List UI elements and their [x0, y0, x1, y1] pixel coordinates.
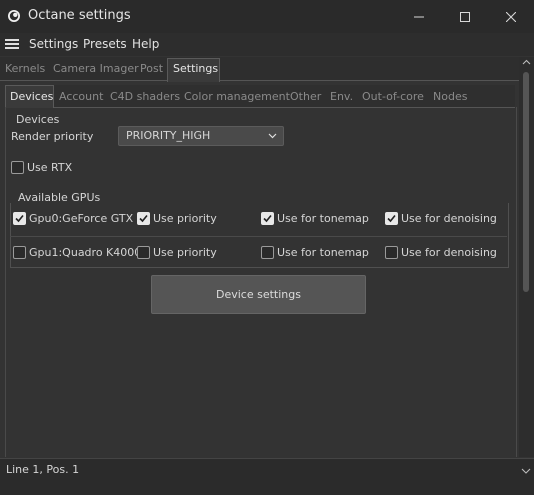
minimize-button[interactable]: [396, 0, 442, 33]
menu-presets[interactable]: Presets: [83, 37, 127, 51]
render-priority-select[interactable]: PRIORITY_HIGH: [118, 126, 284, 146]
hamburger-menu-icon[interactable]: [5, 38, 19, 50]
tab-kernels[interactable]: Kernels: [5, 62, 45, 75]
gpu1-tonemap-label: Use for tonemap: [277, 246, 369, 259]
gpu1-name: Gpu1:Quadro K4000: [29, 246, 142, 259]
gpu0-enable-checkbox[interactable]: [13, 212, 26, 225]
gpu1-tonemap-checkbox[interactable]: [261, 246, 274, 259]
use-rtx-checkbox[interactable]: [11, 161, 24, 174]
menu-help[interactable]: Help: [132, 37, 159, 51]
maximize-button[interactable]: [442, 0, 488, 33]
checkmark-icon: [15, 214, 24, 223]
gpu0-tonemap-label: Use for tonemap: [277, 212, 369, 225]
checkmark-icon: [263, 214, 272, 223]
scrollbar-thumb[interactable]: [523, 72, 529, 292]
gpu0-denoising-checkbox[interactable]: [385, 212, 398, 225]
gpu1-denoising-checkbox[interactable]: [385, 246, 398, 259]
menu-bar: [0, 33, 534, 56]
maximize-icon: [460, 11, 470, 22]
subtab-account[interactable]: Account: [59, 90, 103, 103]
status-bar: [0, 458, 534, 495]
render-priority-label: Render priority: [11, 130, 94, 143]
tab-settings[interactable]: Settings: [173, 62, 218, 75]
subtab-devices[interactable]: Devices: [10, 90, 53, 103]
gpu0-denoising-label: Use for denoising: [401, 212, 497, 225]
menu-settings[interactable]: Settings: [29, 37, 78, 51]
checkmark-icon: [387, 214, 396, 223]
gpu0-name: Gpu0:GeForce GTX 107: [29, 212, 136, 225]
gpu1-use-priority-checkbox[interactable]: [137, 246, 150, 259]
tab-camera-imager[interactable]: Camera Imager: [53, 62, 139, 75]
use-rtx-label: Use RTX: [27, 161, 73, 174]
scroll-up-icon[interactable]: [522, 58, 531, 67]
devices-section-label: Devices: [16, 113, 60, 126]
render-priority-value: PRIORITY_HIGH: [126, 129, 211, 142]
chevron-down-icon: [268, 133, 277, 139]
device-settings-button[interactable]: Device settings: [151, 275, 366, 314]
chevron-down-icon[interactable]: [521, 466, 531, 476]
window-title: Octane settings: [28, 8, 131, 23]
gpu0-use-priority-label: Use priority: [153, 212, 217, 225]
status-line-position: Line 1, Pos. 1: [6, 463, 80, 476]
gpu1-enable-checkbox[interactable]: [13, 246, 26, 259]
subtab-other[interactable]: Other: [290, 90, 321, 103]
subtab-c4d-shaders[interactable]: C4D shaders: [110, 90, 180, 103]
close-icon: [506, 11, 516, 22]
gpu-row-divider: [10, 236, 507, 237]
close-button[interactable]: [488, 0, 534, 33]
cinema4d-app-icon: [8, 10, 20, 22]
gpu0-tonemap-checkbox[interactable]: [261, 212, 274, 225]
subtab-color-management[interactable]: Color management: [184, 90, 290, 103]
subtab-out-of-core[interactable]: Out-of-core: [362, 90, 424, 103]
gpu1-denoising-label: Use for denoising: [401, 246, 497, 259]
gpu1-use-priority-label: Use priority: [153, 246, 217, 259]
available-gpus-label: Available GPUs: [18, 191, 101, 204]
gpu0-use-priority-checkbox[interactable]: [137, 212, 150, 225]
minimize-icon: [414, 16, 424, 17]
tab-post[interactable]: Post: [140, 62, 163, 75]
checkmark-icon: [139, 214, 148, 223]
subtab-env[interactable]: Env.: [330, 90, 353, 103]
subtab-nodes[interactable]: Nodes: [433, 90, 467, 103]
